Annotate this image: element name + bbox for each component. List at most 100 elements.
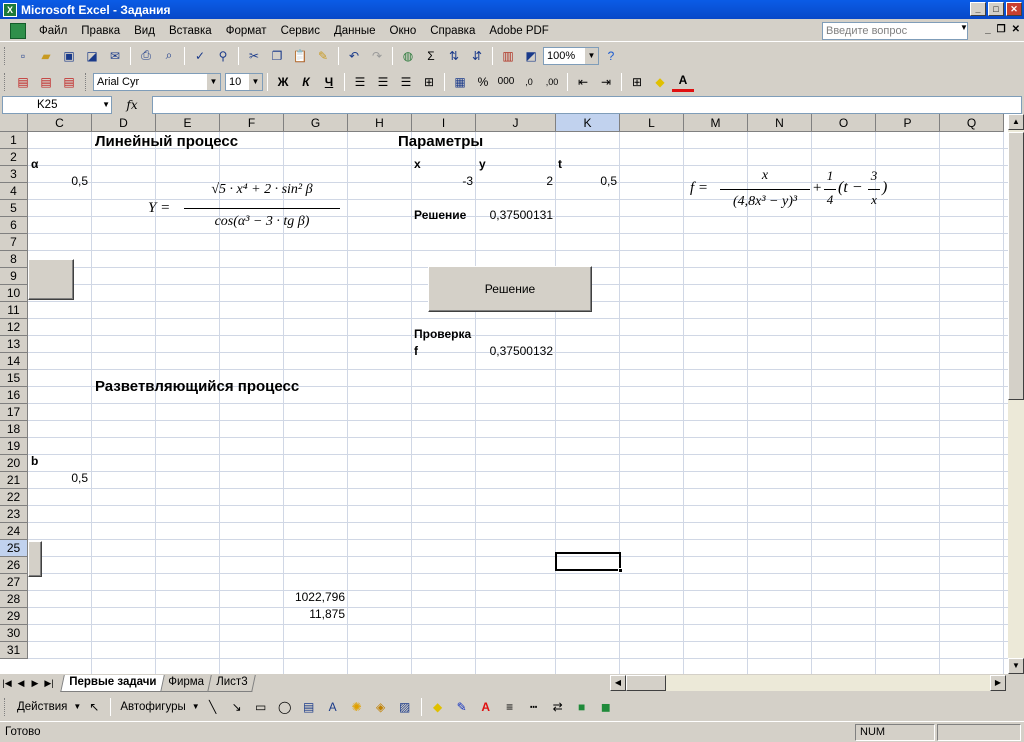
font-size-select[interactable]: 10 ▼ xyxy=(225,72,263,91)
selected-cell-k25[interactable] xyxy=(555,552,623,573)
row-header[interactable]: 2 xyxy=(0,149,28,166)
row-header[interactable]: 1 xyxy=(0,132,28,149)
undo-icon[interactable]: ↶ xyxy=(343,46,365,66)
column-header[interactable]: L xyxy=(620,114,684,132)
sort-ascending-icon[interactable]: ⇅ xyxy=(443,46,465,66)
column-header[interactable]: O xyxy=(812,114,876,132)
cut-icon[interactable]: ✂ xyxy=(243,46,265,66)
chart-wizard-icon[interactable]: ▥ xyxy=(497,46,519,66)
row-header[interactable]: 23 xyxy=(0,506,28,523)
zoom-dropdown-icon[interactable]: ▼ xyxy=(585,47,598,64)
row-header[interactable]: 18 xyxy=(0,421,28,438)
align-left-icon[interactable]: ☰ xyxy=(349,72,371,92)
font-size-dropdown-icon[interactable]: ▼ xyxy=(249,73,262,90)
solve-button[interactable]: Решение xyxy=(428,266,592,312)
row-header[interactable]: 4 xyxy=(0,183,28,200)
row-header[interactable]: 9 xyxy=(0,268,28,285)
macro-button-1[interactable] xyxy=(28,259,74,300)
fill-color-icon[interactable]: ◆ xyxy=(649,72,671,92)
column-header[interactable]: F xyxy=(220,114,284,132)
row-header[interactable]: 3 xyxy=(0,166,28,183)
align-center-icon[interactable]: ☰ xyxy=(372,72,394,92)
diagram-icon[interactable]: ✺ xyxy=(346,697,368,717)
line-style-icon[interactable]: ≡ xyxy=(499,697,521,717)
print-icon[interactable]: ⎙ xyxy=(135,46,157,66)
horizontal-scrollbar[interactable]: ◀ ▶ xyxy=(610,675,1006,691)
paste-icon[interactable]: 📋 xyxy=(289,46,311,66)
row-header[interactable]: 20 xyxy=(0,455,28,472)
menu-window[interactable]: Окно xyxy=(383,21,424,41)
italic-button[interactable]: К xyxy=(295,72,317,92)
scroll-right-icon[interactable]: ▶ xyxy=(990,675,1006,691)
drawing-icon[interactable]: ◩ xyxy=(520,46,542,66)
column-header[interactable]: C xyxy=(28,114,92,132)
vertical-scrollbar[interactable]: ▲ ▼ xyxy=(1008,114,1024,674)
spelling-icon[interactable]: ✓ xyxy=(189,46,211,66)
redo-icon[interactable]: ↷ xyxy=(366,46,388,66)
currency-icon[interactable]: ▦ xyxy=(449,72,471,92)
pdf-email-icon[interactable]: ▤ xyxy=(35,72,57,92)
row-header[interactable]: 6 xyxy=(0,217,28,234)
dash-style-icon[interactable]: ┅ xyxy=(523,697,545,717)
actions-dropdown-icon[interactable]: ▼ xyxy=(73,702,81,711)
scroll-down-icon[interactable]: ▼ xyxy=(1008,658,1024,674)
arrow-style-icon[interactable]: ⇄ xyxy=(547,697,569,717)
row-header[interactable]: 19 xyxy=(0,438,28,455)
row-header[interactable]: 15 xyxy=(0,370,28,387)
column-header[interactable]: K xyxy=(556,114,620,132)
actions-menu[interactable]: Действия xyxy=(13,701,71,713)
column-header[interactable]: J xyxy=(476,114,556,132)
picture-icon[interactable]: ▨ xyxy=(394,697,416,717)
next-sheet-icon[interactable]: ▶ xyxy=(28,678,42,689)
formula-input[interactable] xyxy=(152,96,1022,114)
wordart-icon[interactable]: A xyxy=(322,697,344,717)
row-header[interactable]: 14 xyxy=(0,353,28,370)
row-header[interactable]: 10 xyxy=(0,285,28,302)
name-box-dropdown-icon[interactable]: ▼ xyxy=(102,97,110,113)
decrease-decimal-icon[interactable]: ,00 xyxy=(541,72,563,92)
column-header[interactable]: E xyxy=(156,114,220,132)
font-name-dropdown-icon[interactable]: ▼ xyxy=(207,73,220,90)
row-header[interactable]: 7 xyxy=(0,234,28,251)
row-header[interactable]: 11 xyxy=(0,302,28,319)
vertical-scroll-thumb[interactable] xyxy=(1008,132,1024,400)
row-header[interactable]: 29 xyxy=(0,608,28,625)
autosum-icon[interactable]: Σ xyxy=(420,46,442,66)
font-color-button[interactable]: A xyxy=(672,72,694,92)
decrease-indent-icon[interactable]: ⇤ xyxy=(572,72,594,92)
last-sheet-icon[interactable]: ▶| xyxy=(42,678,56,689)
fill-color-draw-icon[interactable]: ◆ xyxy=(427,697,449,717)
increase-indent-icon[interactable]: ⇥ xyxy=(595,72,617,92)
menu-data[interactable]: Данные xyxy=(327,21,383,41)
merge-center-icon[interactable]: ⊞ xyxy=(418,72,440,92)
sort-descending-icon[interactable]: ⇵ xyxy=(466,46,488,66)
increase-decimal-icon[interactable]: ,0 xyxy=(518,72,540,92)
percent-button[interactable]: % xyxy=(472,72,494,92)
bold-button[interactable]: Ж xyxy=(272,72,294,92)
copy-icon[interactable]: ❐ xyxy=(266,46,288,66)
toolbar-grip[interactable] xyxy=(4,72,8,91)
row-header[interactable]: 30 xyxy=(0,625,28,642)
minimize-button[interactable]: _ xyxy=(970,2,986,16)
new-icon[interactable]: ▫ xyxy=(12,46,34,66)
maximize-button[interactable]: □ xyxy=(988,2,1004,16)
select-all-corner[interactable] xyxy=(0,114,28,132)
row-header[interactable]: 24 xyxy=(0,523,28,540)
row-header[interactable]: 16 xyxy=(0,387,28,404)
save-icon[interactable]: ▣ xyxy=(58,46,80,66)
thousands-button[interactable]: 000 xyxy=(495,72,517,92)
menu-insert[interactable]: Вставка xyxy=(162,21,219,41)
row-header[interactable]: 5 xyxy=(0,200,28,217)
column-header[interactable]: P xyxy=(876,114,940,132)
help-icon[interactable]: ? xyxy=(600,46,622,66)
autoshapes-dropdown-icon[interactable]: ▼ xyxy=(192,702,200,711)
row-header[interactable]: 25 xyxy=(0,540,28,557)
font-color-draw-icon[interactable]: A xyxy=(475,697,497,717)
menu-tools[interactable]: Сервис xyxy=(274,21,327,41)
pdf-convert-icon[interactable]: ▤ xyxy=(12,72,34,92)
pdf-review-icon[interactable]: ▤ xyxy=(58,72,80,92)
sheet-tab-firm[interactable]: Фирма xyxy=(159,674,213,692)
font-name-select[interactable]: Arial Cyr ▼ xyxy=(93,72,221,91)
borders-icon[interactable]: ⊞ xyxy=(626,72,648,92)
rectangle-icon[interactable]: ▭ xyxy=(250,697,272,717)
